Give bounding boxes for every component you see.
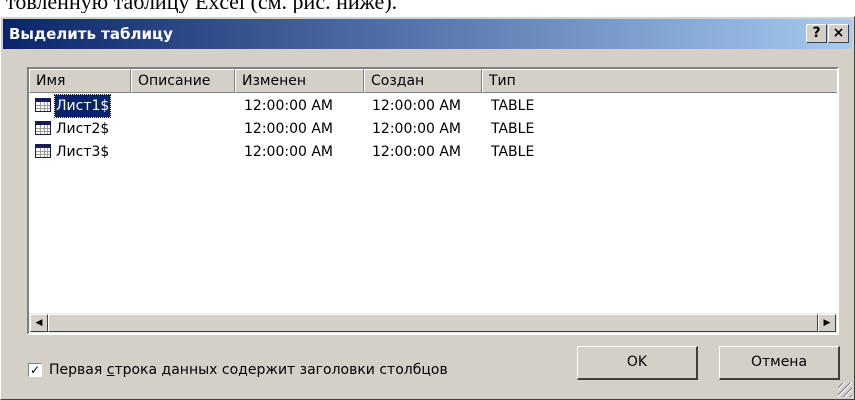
- resize-grip-icon[interactable]: [838, 383, 852, 397]
- row-modified: 12:00:00 AM: [244, 98, 333, 114]
- cancel-button[interactable]: Отмена: [719, 346, 840, 380]
- arrow-left-icon: ◀: [35, 318, 43, 328]
- row-modified: 12:00:00 AM: [244, 121, 333, 137]
- scroll-thumb[interactable]: [48, 314, 818, 332]
- label-text-before: Первая: [49, 362, 107, 378]
- table-row[interactable]: Лист3$ 12:00:00 AM 12:00:00 AM TABLE: [29, 141, 837, 163]
- table-icon: [35, 121, 51, 135]
- dialog-titlebar[interactable]: Выделить таблицу ? ×: [3, 19, 852, 49]
- column-header-modified[interactable]: Изменен: [235, 69, 364, 93]
- row-name[interactable]: Лист3$: [55, 141, 110, 163]
- close-button[interactable]: ×: [828, 24, 849, 43]
- horizontal-scrollbar[interactable]: ◀ ▶: [29, 313, 837, 333]
- header-row-checkbox[interactable]: ✓: [28, 363, 42, 377]
- column-header-description[interactable]: Описание: [131, 69, 235, 93]
- scroll-left-button[interactable]: ◀: [30, 314, 48, 332]
- scroll-right-button[interactable]: ▶: [818, 314, 836, 332]
- dialog-title: Выделить таблицу: [9, 25, 173, 43]
- table-list[interactable]: Имя Описание Изменен Создан Тип Лист1$ 1…: [27, 67, 839, 335]
- table-row[interactable]: Лист1$ 12:00:00 AM 12:00:00 AM TABLE: [29, 94, 837, 118]
- table-row[interactable]: Лист2$ 12:00:00 AM 12:00:00 AM TABLE: [29, 118, 837, 140]
- column-header-name[interactable]: Имя: [29, 69, 131, 93]
- arrow-right-icon: ▶: [823, 318, 831, 328]
- row-type: TABLE: [491, 121, 535, 137]
- column-header-row: Имя Описание Изменен Создан Тип: [29, 69, 837, 93]
- row-modified: 12:00:00 AM: [244, 144, 333, 160]
- column-header-created[interactable]: Создан: [364, 69, 482, 93]
- table-icon: [35, 144, 51, 158]
- row-created: 12:00:00 AM: [372, 121, 461, 137]
- checkmark-icon: ✓: [29, 363, 41, 377]
- header-row-checkbox-label[interactable]: Первая строка данных содержит заголовки …: [49, 361, 448, 379]
- table-icon: [35, 98, 51, 112]
- document-background-text: товленную таблицу Excel (см. рис. ниже).: [6, 0, 398, 13]
- help-button[interactable]: ?: [806, 24, 827, 43]
- row-name[interactable]: Лист1$: [53, 94, 112, 118]
- row-type: TABLE: [491, 144, 535, 160]
- row-created: 12:00:00 AM: [372, 98, 461, 114]
- label-text-after: трока данных содержит заголовки столбцов: [114, 362, 448, 378]
- row-created: 12:00:00 AM: [372, 144, 461, 160]
- column-header-type[interactable]: Тип: [482, 69, 837, 93]
- row-type: TABLE: [491, 98, 535, 114]
- select-table-dialog: Выделить таблицу ? × Имя Описание Измене…: [0, 16, 855, 400]
- row-name[interactable]: Лист2$: [55, 118, 110, 140]
- ok-button[interactable]: OK: [577, 346, 698, 380]
